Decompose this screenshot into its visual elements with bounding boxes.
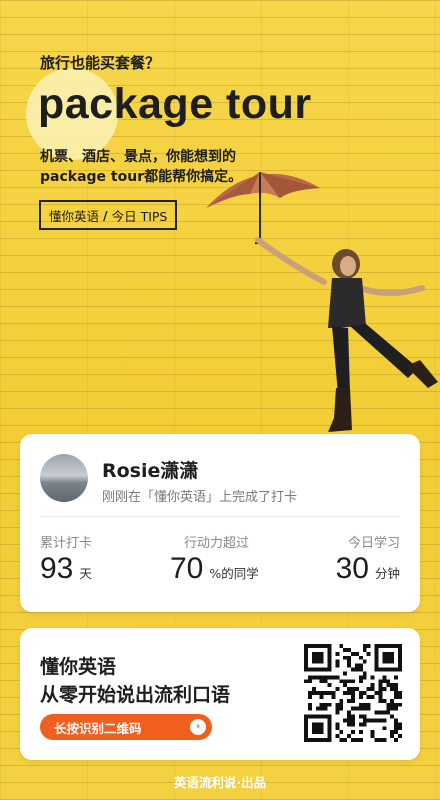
checkin-status: 刚刚在「懂你英语」上完成了打卡	[102, 490, 298, 505]
brand-card: 懂你英语 从零开始说出流利口语 长按识别二维码 ›	[20, 628, 420, 760]
stat-unit: 天	[79, 566, 92, 581]
tips-separator: /	[103, 207, 108, 223]
user-name: Rosie潇潇	[102, 460, 199, 482]
qr-code-image[interactable]	[304, 644, 402, 742]
tips-brand: 懂你英语	[49, 208, 100, 224]
stat-total-checkins: 93 天	[40, 552, 92, 586]
woman-umbrella-illustration	[206, 172, 438, 432]
stat-today-study: 30 分钟	[336, 552, 400, 586]
stat-value: 30	[335, 552, 369, 585]
stat-unit: 分钟	[374, 566, 400, 581]
tips-badge: 懂你英语 / 今日 TIPS	[39, 200, 178, 230]
avatar	[40, 454, 88, 502]
tips-label: 今日 TIPS	[111, 208, 168, 224]
stat-value: 93	[40, 552, 74, 585]
brand-name: 懂你英语	[40, 656, 117, 678]
scan-qr-button[interactable]: 长按识别二维码 ›	[40, 714, 212, 740]
card-divider	[40, 516, 400, 517]
stat-unit: %的同学	[209, 566, 259, 581]
stat-label-today-study: 今日学习	[347, 536, 400, 551]
stat-action-rank: 70 %的同学	[170, 552, 259, 586]
header-question: 旅行也能买套餐？	[40, 54, 161, 72]
chevron-right-icon: ›	[190, 719, 206, 735]
stat-value: 70	[170, 552, 204, 585]
footer-credit: 英语流利说·出品	[173, 775, 267, 790]
brand-slogan: 从零开始说出流利口语	[40, 684, 231, 706]
cta-label: 长按识别二维码	[54, 720, 142, 736]
stat-label-total-checkins: 累计打卡	[40, 536, 93, 551]
stat-label-action-rank: 行动力超过	[184, 536, 250, 551]
page-title: package tour	[38, 80, 312, 128]
profile-card: Rosie潇潇 刚刚在「懂你英语」上完成了打卡 累计打卡 93 天 行动力超过 …	[20, 434, 420, 612]
